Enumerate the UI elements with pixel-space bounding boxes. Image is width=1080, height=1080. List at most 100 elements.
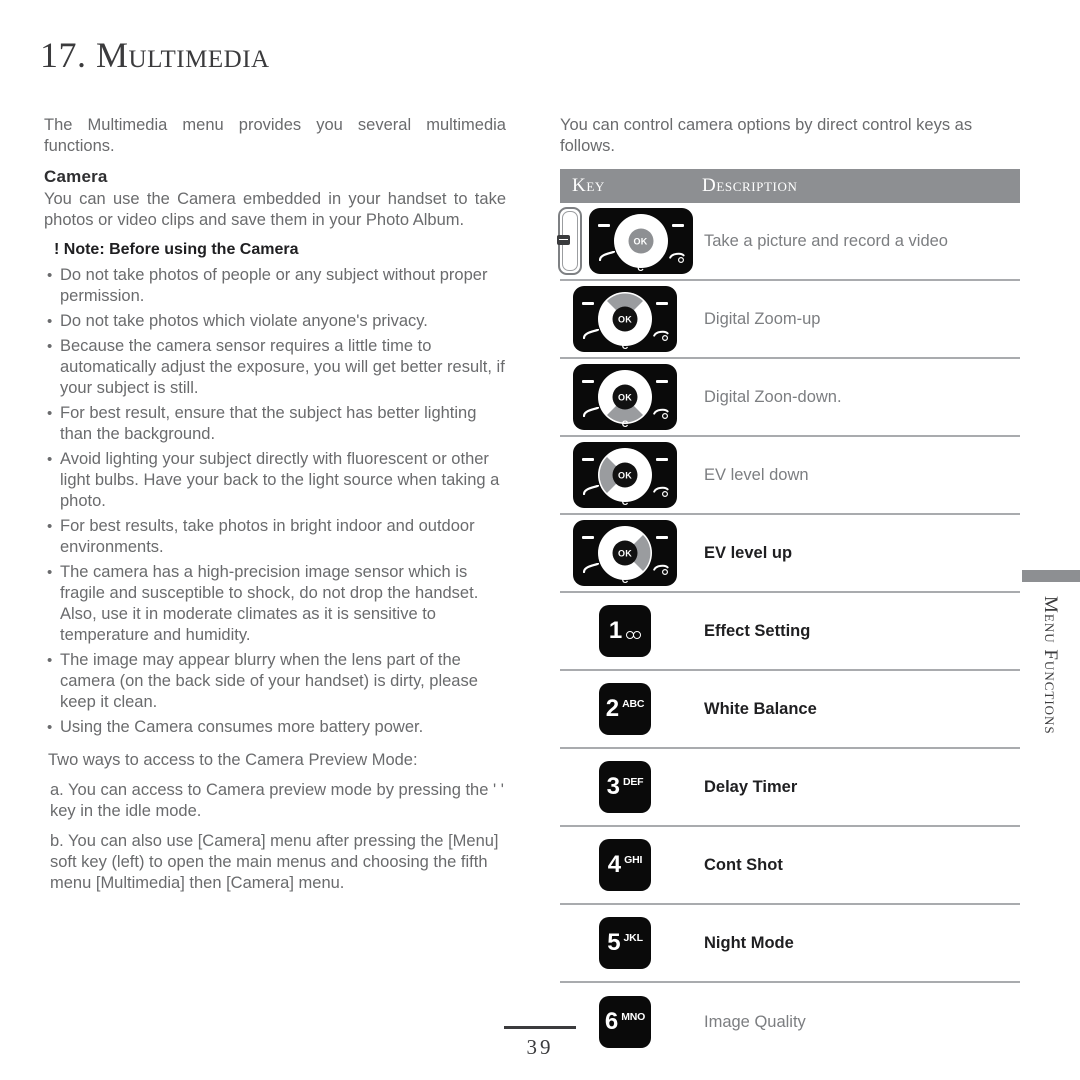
call-key-icon bbox=[583, 329, 599, 339]
table-row: OK C Digital Zoom-up bbox=[560, 281, 1020, 359]
table-row: OK C Digital Zoon-down. bbox=[560, 359, 1020, 437]
left-soft-key-icon bbox=[582, 458, 594, 461]
description-cell: EV level up bbox=[704, 543, 793, 562]
call-key-icon bbox=[598, 251, 615, 261]
camera-intro-paragraph: You can use the Camera embedded in your … bbox=[44, 190, 506, 229]
clear-key-label: C bbox=[621, 575, 629, 585]
clear-key-label: C bbox=[621, 497, 629, 507]
list-item: The camera has a high-precision image se… bbox=[44, 562, 506, 646]
ok-button-icon: OK bbox=[612, 306, 638, 332]
right-soft-key-icon bbox=[656, 536, 668, 539]
key-cell: OK C bbox=[560, 442, 690, 508]
section-side-tab: Menu Functions bbox=[1020, 570, 1080, 740]
description-cell: Night Mode bbox=[704, 933, 794, 952]
page-title: 17. Multimedia bbox=[40, 35, 270, 75]
right-soft-key-icon bbox=[656, 458, 668, 461]
key-cell: 4 GHI bbox=[560, 839, 690, 891]
key-cell: OK C bbox=[556, 207, 693, 275]
navigation-keypad-left-icon: OK C bbox=[573, 442, 677, 508]
column-header-description: Description bbox=[702, 175, 798, 196]
key-cell: 3 DEF bbox=[560, 761, 690, 813]
left-soft-key-icon bbox=[582, 380, 594, 383]
table-row: 2 ABC White Balance bbox=[560, 671, 1020, 749]
access-method-a: a. You can access to Camera preview mode… bbox=[50, 781, 504, 820]
two-ways-heading: Two ways to access to the Camera Preview… bbox=[48, 751, 418, 769]
key-cell: OK C bbox=[560, 520, 690, 586]
key-number: 1 bbox=[608, 617, 623, 644]
end-call-key-icon bbox=[668, 252, 685, 263]
ok-button-icon: OK bbox=[612, 540, 638, 566]
side-camera-key-icon bbox=[556, 207, 582, 275]
table-header-row: Key Description bbox=[560, 169, 1020, 203]
key-letters: DEF bbox=[622, 776, 644, 788]
table-row: OK C EV level down bbox=[560, 437, 1020, 515]
number-key-4-icon: 4 GHI bbox=[599, 839, 651, 891]
left-column: The Multimedia menu provides you several… bbox=[44, 115, 506, 894]
list-item: The image may appear blurry when the len… bbox=[44, 650, 506, 713]
camera-notes-list: Do not take photos of people or any subj… bbox=[44, 265, 506, 738]
list-item: For best results, take photos in bright … bbox=[44, 516, 506, 558]
end-call-key-icon bbox=[653, 564, 669, 575]
key-description-table: Key Description OK C Take a picture and … bbox=[556, 169, 1020, 1061]
call-key-icon bbox=[583, 407, 599, 417]
page-number: 39 bbox=[526, 1035, 554, 1059]
end-call-key-icon bbox=[653, 330, 669, 341]
table-row: 3 DEF Delay Timer bbox=[560, 749, 1020, 827]
key-letters: ABC bbox=[622, 698, 645, 710]
key-letters: MNO bbox=[621, 1011, 646, 1023]
number-key-3-icon: 3 DEF bbox=[599, 761, 651, 813]
left-soft-key-icon bbox=[582, 302, 594, 305]
key-letters: JKL bbox=[623, 932, 643, 944]
clear-key-label: C bbox=[621, 419, 629, 429]
key-number: 5 bbox=[607, 929, 621, 956]
list-item: For best result, ensure that the subject… bbox=[44, 403, 506, 445]
footer-rule bbox=[504, 1026, 576, 1029]
table-row: 1 Effect Setting bbox=[560, 593, 1020, 671]
ok-button-icon: OK bbox=[628, 228, 653, 254]
navigation-keypad-right-icon: OK C bbox=[573, 520, 677, 586]
table-row: OK C Take a picture and record a video bbox=[556, 203, 1020, 281]
description-cell: Delay Timer bbox=[704, 777, 798, 796]
description-cell: Cont Shot bbox=[704, 855, 783, 874]
description-cell: EV level down bbox=[704, 465, 809, 484]
description-cell: Take a picture and record a video bbox=[704, 231, 948, 250]
description-cell: Digital Zoom-up bbox=[704, 309, 821, 328]
side-button-icon bbox=[556, 235, 570, 245]
navigation-keypad-up-icon: OK C bbox=[573, 286, 677, 352]
note-heading: ! Note: Before using the Camera bbox=[54, 241, 299, 258]
list-item: Do not take photos which violate anyone'… bbox=[44, 311, 506, 332]
table-row: 5 JKL Night Mode bbox=[560, 905, 1020, 983]
key-cell: OK C bbox=[560, 364, 690, 430]
key-number: 4 bbox=[607, 851, 622, 878]
right-soft-key-icon bbox=[656, 380, 668, 383]
end-call-key-icon bbox=[653, 486, 669, 497]
right-column: You can control camera options by direct… bbox=[556, 115, 1020, 1061]
camera-heading: Camera bbox=[44, 167, 108, 186]
list-item: Because the camera sensor requires a lit… bbox=[44, 336, 506, 399]
call-key-icon bbox=[583, 485, 599, 495]
clear-key-label: C bbox=[637, 263, 644, 273]
side-tab-bar bbox=[1022, 570, 1080, 582]
right-soft-key-icon bbox=[656, 302, 668, 305]
navigation-keypad-icon: OK C bbox=[588, 208, 693, 274]
side-tab-label: Menu Functions bbox=[1040, 596, 1061, 735]
number-key-2-icon: 2 ABC bbox=[599, 683, 651, 735]
manual-page: 17. Multimedia The Multimedia menu provi… bbox=[0, 0, 1080, 1080]
number-key-1-icon: 1 bbox=[599, 605, 651, 657]
list-item: Do not take photos of people or any subj… bbox=[44, 265, 506, 307]
end-call-key-icon bbox=[653, 408, 669, 419]
key-cell: 1 bbox=[560, 605, 690, 657]
column-header-key: Key bbox=[572, 175, 605, 196]
control-keys-intro: You can control camera options by direct… bbox=[560, 116, 973, 155]
right-soft-key-icon bbox=[671, 224, 684, 227]
key-number: 2 bbox=[605, 695, 620, 722]
key-cell: 5 JKL bbox=[560, 917, 690, 969]
key-cell: OK C bbox=[560, 286, 690, 352]
navigation-keypad-down-icon: OK C bbox=[573, 364, 677, 430]
description-cell: Effect Setting bbox=[704, 621, 811, 640]
table-row: 4 GHI Cont Shot bbox=[560, 827, 1020, 905]
access-method-b: b. You can also use [Camera] menu after … bbox=[50, 832, 499, 892]
left-soft-key-icon bbox=[582, 536, 594, 539]
number-key-5-icon: 5 JKL bbox=[599, 917, 651, 969]
call-key-icon bbox=[583, 563, 599, 573]
